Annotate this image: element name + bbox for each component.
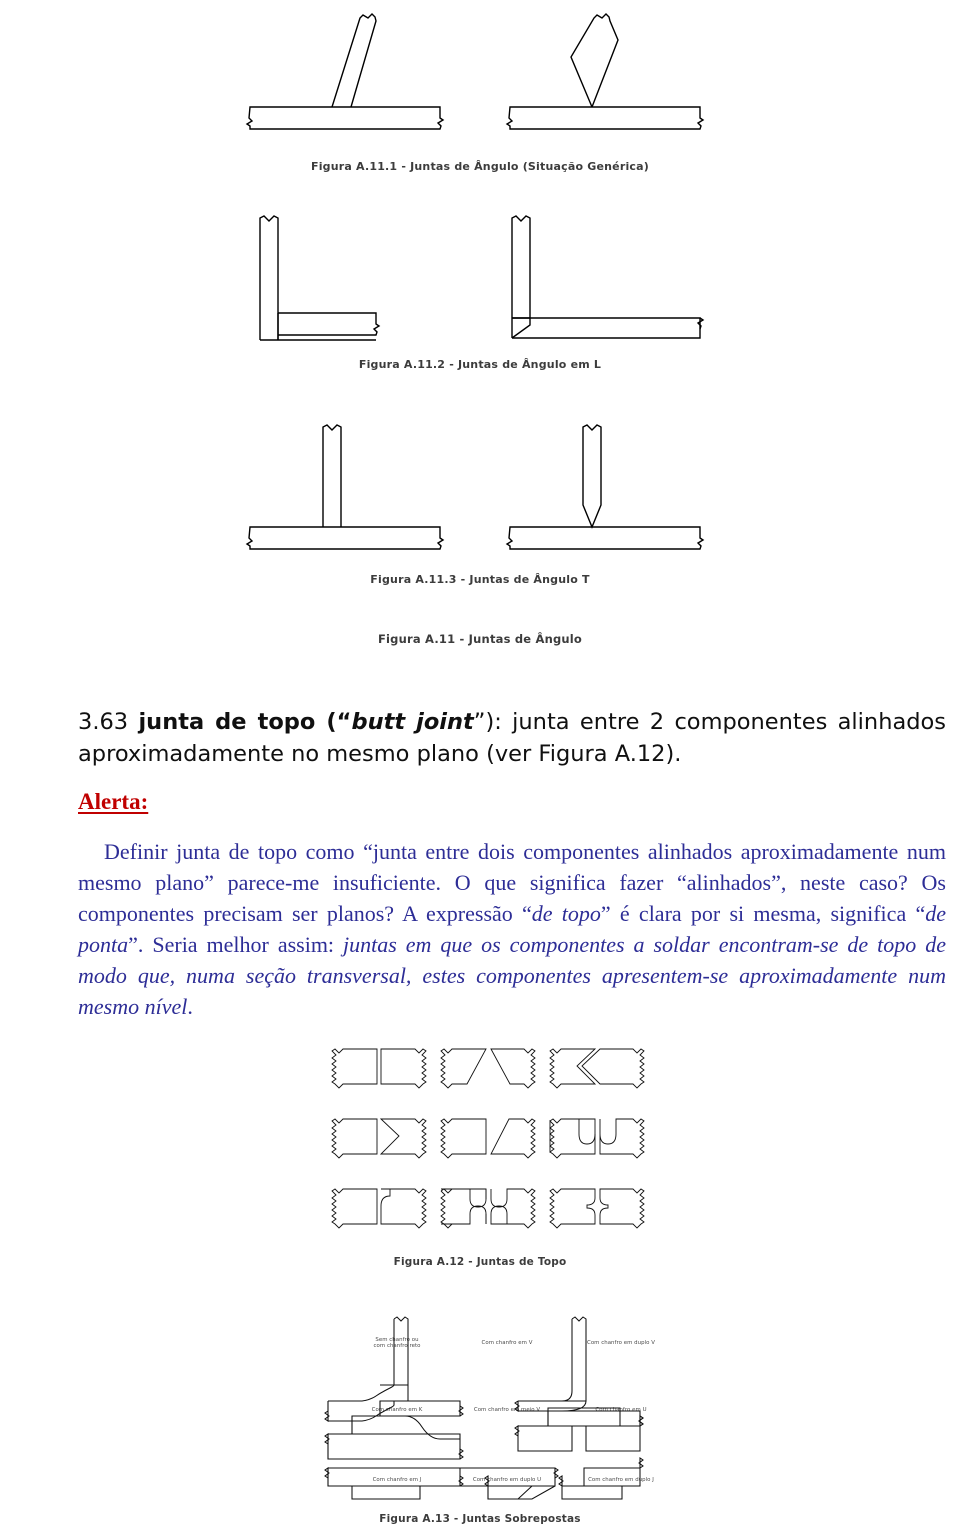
figure-a11-1-drawing — [245, 13, 705, 130]
figure-a12-caption: Figura A.12 - Juntas de Topo — [393, 1256, 567, 1268]
alert-body-part-4: . — [187, 994, 193, 1019]
figure-a13: Figura A.13 - Juntas Sobrepostas — [0, 1296, 960, 1525]
figure-a13-drawing — [324, 1316, 644, 1500]
figure-a11-3-drawing — [245, 424, 705, 550]
figure-a12-drawing — [331, 1048, 645, 1229]
alert-body: Definir junta de topo como “junta entre … — [78, 836, 946, 1022]
figure-a11-3: Figura A.11.3 - Juntas de Ângulo T Figur… — [0, 405, 960, 646]
figure-a11-2: Figura A.11.2 - Juntas de Ângulo em L — [0, 200, 960, 371]
figure-a11-1-caption: Figura A.11.1 - Juntas de Ângulo (Situaç… — [310, 160, 650, 173]
clause-term: junta de topo — [138, 709, 316, 735]
figure-a11-1: Figura A.11.1 - Juntas de Ângulo (Situaç… — [0, 0, 960, 173]
clause-open-paren: (“ — [315, 709, 352, 735]
alert-body-part-2: ” é clara por si mesma, significa “ — [600, 901, 926, 926]
document-page: Figura A.11.1 - Juntas de Ângulo (Situaç… — [0, 0, 960, 1525]
clause-heading: 3.63 junta de topo (“butt joint”): junta… — [78, 706, 946, 770]
figure-a11-2-caption: Figura A.11.2 - Juntas de Ângulo em L — [358, 358, 602, 371]
figure-a11-caption: Figura A.11 - Juntas de Ângulo — [377, 632, 583, 646]
clause-number: 3.63 — [78, 709, 129, 735]
figure-a11-2-drawing — [259, 215, 705, 341]
figure-a12: Sem chanfro ou com chanfro reto Com chan… — [0, 1046, 960, 1483]
alert-label: Alerta: — [78, 789, 149, 814]
alert-body-part-3: ”. Seria melhor assim: — [128, 932, 344, 957]
alert-body-emphasis-1: de topo — [531, 901, 601, 926]
clause-english-term: butt joint — [351, 709, 474, 735]
figure-a13-caption: Figura A.13 - Juntas Sobrepostas — [379, 1513, 581, 1525]
figure-a11-3-caption: Figura A.11.3 - Juntas de Ângulo T — [370, 573, 590, 586]
clause-close-paren: ”): — [473, 709, 513, 735]
